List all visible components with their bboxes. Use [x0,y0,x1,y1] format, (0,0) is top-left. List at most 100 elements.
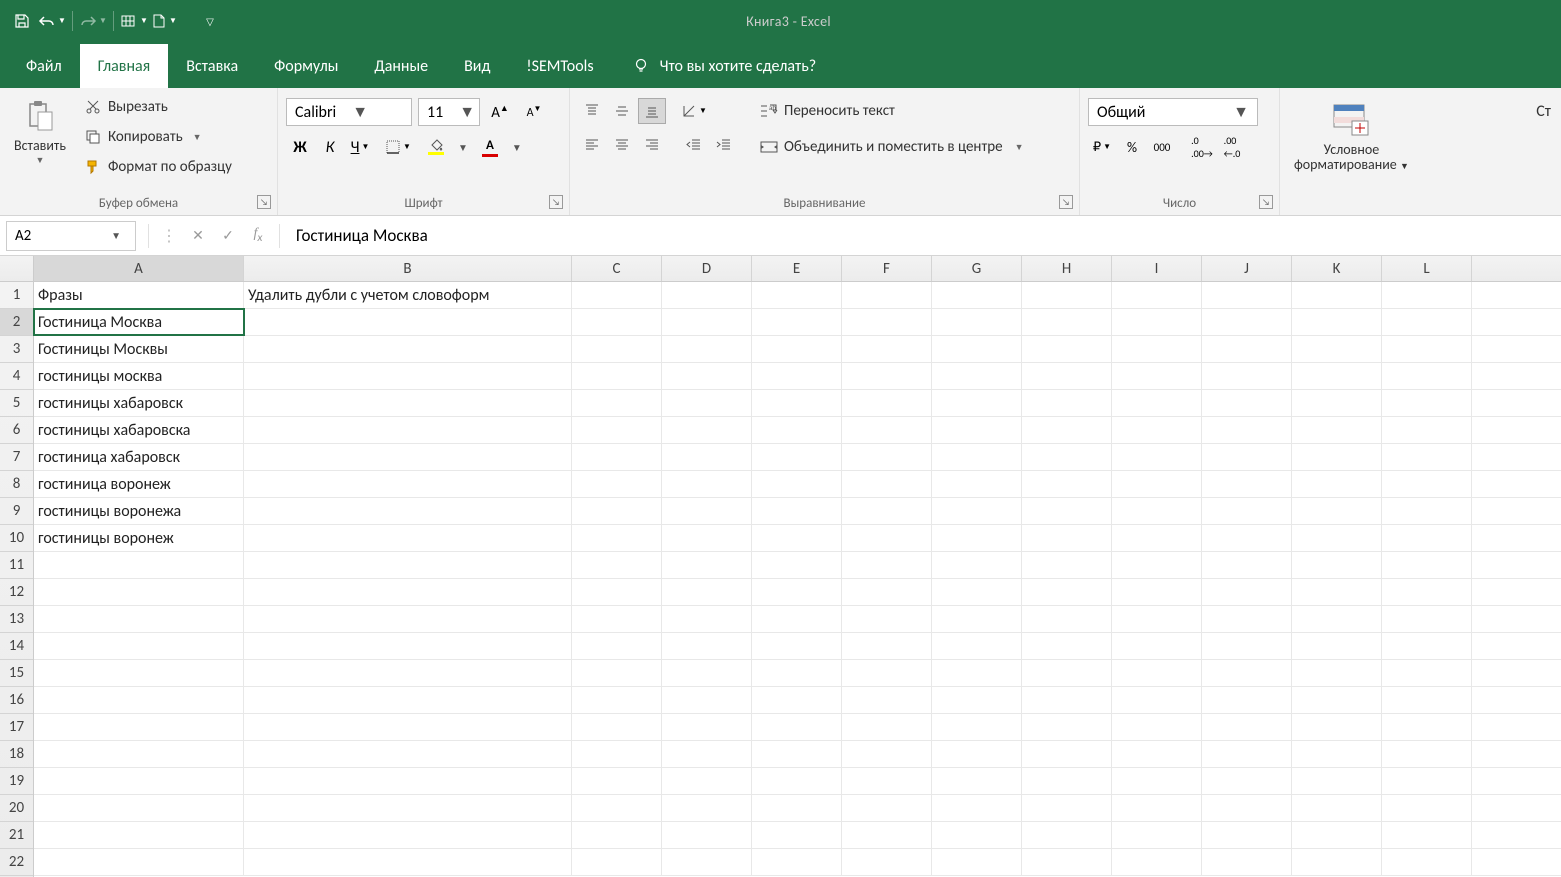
cell[interactable] [1292,309,1382,335]
column-header[interactable]: F [842,256,932,281]
cell[interactable] [1202,336,1292,362]
cell[interactable] [1202,498,1292,524]
cell[interactable] [572,579,662,605]
cell[interactable] [1292,498,1382,524]
cell[interactable] [1022,579,1112,605]
cell[interactable] [1112,849,1202,875]
row-header[interactable]: 12 [0,579,33,606]
cell[interactable] [1292,714,1382,740]
cell[interactable] [752,282,842,308]
cell[interactable] [752,822,842,848]
tell-me-search[interactable]: Что вы хотите сделать? [632,44,817,88]
cell[interactable] [244,768,572,794]
cell[interactable] [1202,471,1292,497]
cell[interactable] [932,309,1022,335]
row-header[interactable]: 22 [0,849,33,876]
dropdown-icon[interactable]: ▼ [452,141,474,154]
cell[interactable] [1112,336,1202,362]
row-header[interactable]: 1 [0,282,33,309]
cell[interactable] [244,525,572,551]
cell[interactable] [1292,552,1382,578]
cell[interactable] [1202,606,1292,632]
cell[interactable] [1292,282,1382,308]
merge-center-button[interactable]: Объединить и поместить в центре ▼ [754,134,1030,160]
dialog-launcher-clipboard[interactable]: ↘ [257,195,271,209]
cell[interactable] [34,849,244,875]
cell[interactable] [1112,525,1202,551]
dialog-launcher-number[interactable]: ↘ [1259,195,1273,209]
cell[interactable] [244,741,572,767]
cell[interactable] [572,606,662,632]
cell[interactable] [752,741,842,767]
cell[interactable] [842,714,932,740]
fill-color-button[interactable] [422,134,450,160]
cell[interactable] [662,660,752,686]
cell[interactable] [1202,525,1292,551]
cell[interactable] [572,741,662,767]
cell[interactable] [932,579,1022,605]
cell[interactable] [1202,849,1292,875]
qat-customize-button[interactable]: ▽ [196,7,224,35]
cell[interactable] [1022,336,1112,362]
cell[interactable] [1202,363,1292,389]
cell[interactable] [244,444,572,470]
font-color-button[interactable]: А [476,134,504,160]
cell[interactable]: гостиницы москва [34,363,244,389]
align-middle-button[interactable] [608,98,636,124]
custom-qat-button-1[interactable]: ▼ [120,7,148,35]
cell[interactable] [572,471,662,497]
cell[interactable] [34,687,244,713]
row-header[interactable]: 18 [0,741,33,768]
borders-button[interactable]: ▼ [384,134,412,160]
cell[interactable]: гостиницы хабаровск [34,390,244,416]
row-header[interactable]: 5 [0,390,33,417]
cell[interactable] [662,579,752,605]
cell[interactable] [842,309,932,335]
cell[interactable] [1202,795,1292,821]
cell[interactable] [1022,606,1112,632]
column-header[interactable]: E [752,256,842,281]
italic-button[interactable]: К [316,134,344,160]
increase-decimal-button[interactable]: .0.00→ [1188,134,1216,160]
insert-function-button[interactable]: fx [243,222,273,250]
cell[interactable] [932,606,1022,632]
cell[interactable] [1382,660,1472,686]
cell[interactable] [842,768,932,794]
cell[interactable] [1022,498,1112,524]
cell[interactable] [932,390,1022,416]
cell[interactable] [662,795,752,821]
increase-font-button[interactable]: A▲ [486,99,514,125]
tab-insert[interactable]: Вставка [168,44,256,88]
cell[interactable] [842,660,932,686]
cell[interactable] [842,471,932,497]
tab-data[interactable]: Данные [356,44,446,88]
align-right-button[interactable] [638,132,666,158]
cell[interactable] [752,417,842,443]
cell[interactable] [572,498,662,524]
cell[interactable] [662,606,752,632]
comma-style-button[interactable]: 000 [1148,134,1176,160]
cell[interactable] [34,552,244,578]
cell[interactable] [752,390,842,416]
cell[interactable] [1382,687,1472,713]
cell[interactable] [1112,471,1202,497]
cell[interactable] [572,390,662,416]
align-left-button[interactable] [578,132,606,158]
cell[interactable] [842,282,932,308]
cell[interactable] [34,714,244,740]
cell[interactable] [572,714,662,740]
cell[interactable] [572,417,662,443]
font-name-select[interactable]: Calibri▼ [286,98,412,126]
cell[interactable] [752,633,842,659]
cell[interactable] [752,363,842,389]
cells-area[interactable]: ФразыУдалить дубли с учетом словоформГос… [34,282,1561,877]
row-header[interactable]: 13 [0,606,33,633]
cell[interactable] [1202,822,1292,848]
cell[interactable] [752,579,842,605]
cell[interactable] [1292,417,1382,443]
column-header[interactable]: H [1022,256,1112,281]
cell[interactable] [244,417,572,443]
cell[interactable] [1112,741,1202,767]
font-size-select[interactable]: 11▼ [418,98,480,126]
cell[interactable] [1202,282,1292,308]
